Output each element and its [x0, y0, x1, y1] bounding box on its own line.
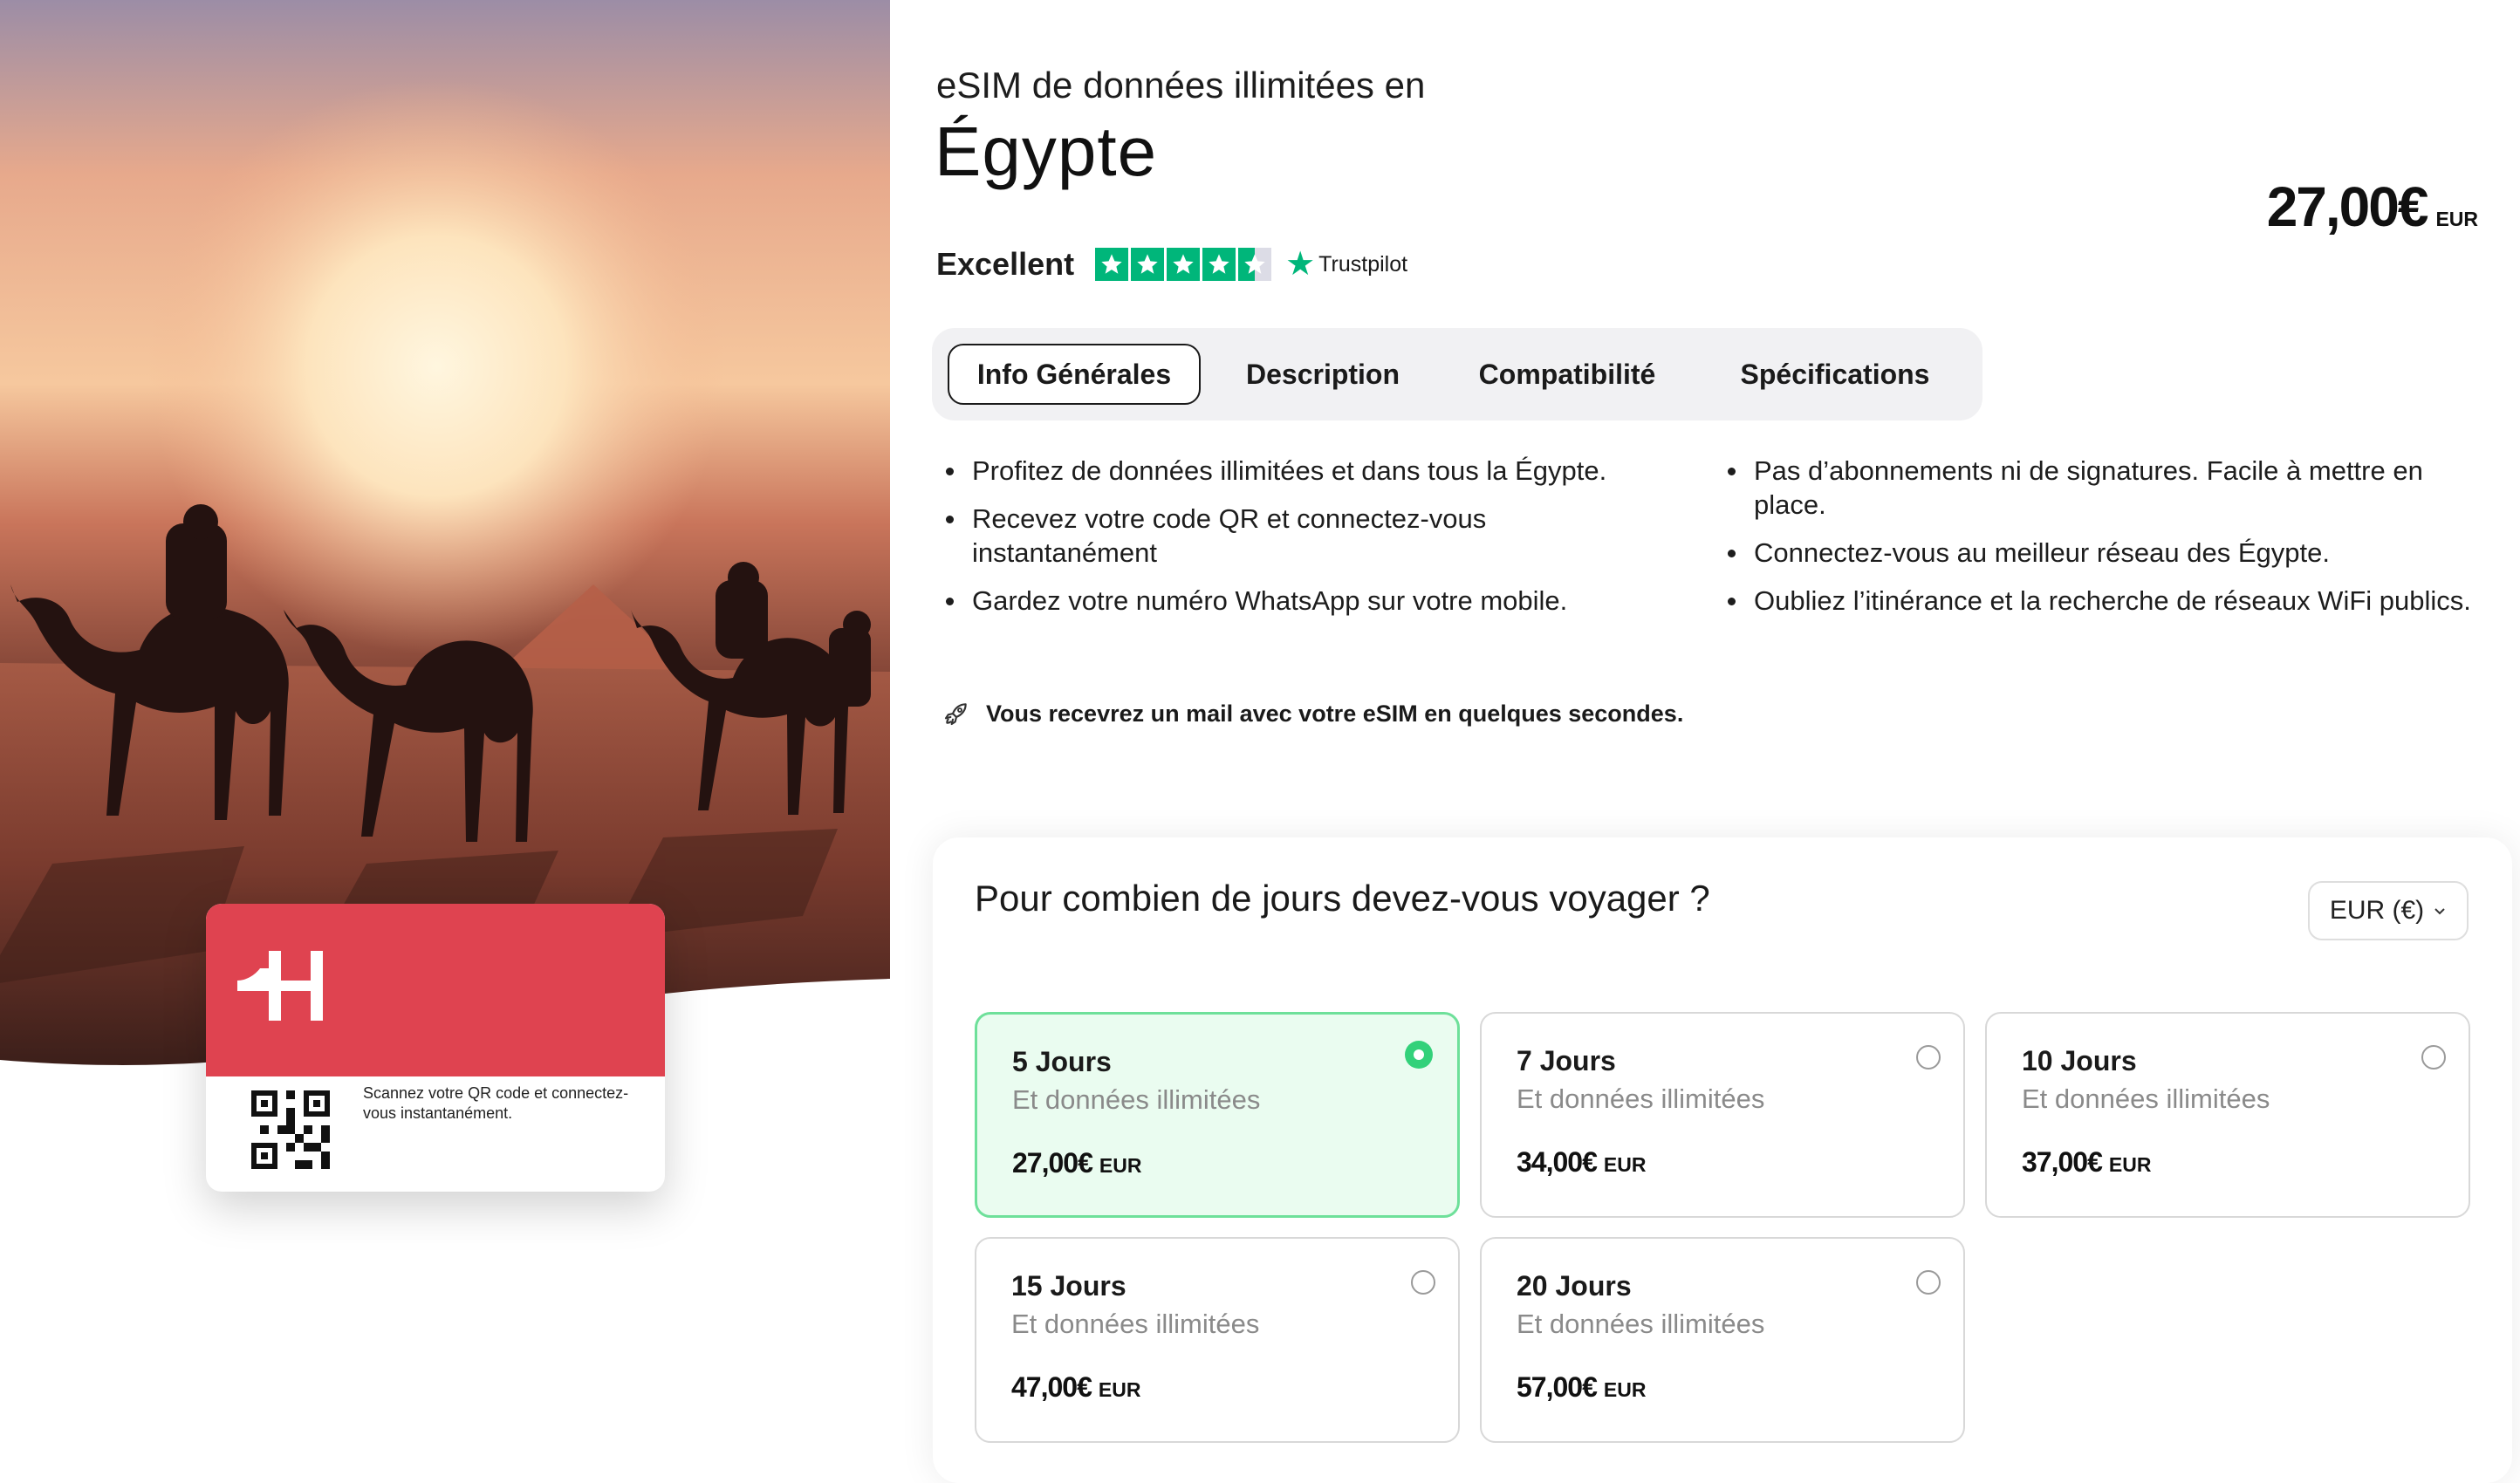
feature-item: Connectez-vous au meilleur réseau des Ég…: [1722, 536, 2473, 570]
plan-price-amount: 34,00€: [1517, 1146, 1598, 1178]
tab-compatibilite[interactable]: Compatibilité: [1447, 344, 1688, 405]
mail-note-text: Vous recevrez un mail avec votre eSIM en…: [986, 700, 1684, 727]
holafly-logo-icon: [237, 951, 323, 1021]
trustpilot-star-icon: ★: [1285, 246, 1316, 283]
features-list-left: Profitez de données illimitées et dans t…: [941, 454, 1656, 632]
plan-option-15-days[interactable]: 15 Jours Et données illimitées 47,00€ EUR: [975, 1237, 1460, 1443]
plan-option-5-days[interactable]: 5 Jours Et données illimitées 27,00€ EUR: [975, 1012, 1460, 1218]
plan-price-currency: EUR: [2108, 1153, 2152, 1176]
plan-title: 15 Jours: [1011, 1270, 1126, 1302]
plan-subtitle: Et données illimitées: [1517, 1083, 1765, 1114]
features-list-right: Pas d’abonnements ni de signatures. Faci…: [1722, 454, 2473, 632]
chevron-down-icon: [2434, 908, 2445, 915]
trustpilot-logo: ★ Trustpilot: [1285, 248, 1407, 281]
plan-price-amount: 57,00€: [1517, 1371, 1598, 1403]
product-country-title: Égypte: [935, 113, 1158, 190]
plan-price-amount: 27,00€: [1012, 1147, 1093, 1179]
plan-option-7-days[interactable]: 7 Jours Et données illimitées 34,00€ EUR: [1480, 1012, 1965, 1218]
star-icon: [1202, 248, 1236, 281]
trustpilot-rating[interactable]: Excellent ★ Trustpilot: [936, 246, 1407, 283]
plan-radio[interactable]: [1916, 1270, 1941, 1295]
product-price: 27,00€ EUR: [2267, 174, 2478, 239]
feature-item: Recevez votre code QR et connectez-vous …: [941, 502, 1656, 570]
product-subtitle: eSIM de données illimitées en: [936, 65, 1426, 106]
tab-specifications[interactable]: Spécifications: [1709, 344, 1962, 405]
trustpilot-name: Trustpilot: [1318, 251, 1408, 277]
plan-price: 57,00€ EUR: [1517, 1371, 1646, 1404]
product-tabs: Info Générales Description Compatibilité…: [932, 328, 1982, 420]
plan-price: 34,00€ EUR: [1517, 1146, 1646, 1179]
plan-radio-selected[interactable]: [1405, 1041, 1433, 1069]
plan-price-amount: 37,00€: [2022, 1146, 2103, 1178]
plan-radio[interactable]: [1916, 1045, 1941, 1070]
rocket-icon: [944, 703, 967, 726]
plan-option-10-days[interactable]: 10 Jours Et données illimitées 37,00€ EUR: [1985, 1012, 2470, 1218]
feature-item: Profitez de données illimitées et dans t…: [941, 454, 1656, 488]
currency-select-value: EUR (€): [2329, 896, 2425, 925]
plan-option-20-days[interactable]: 20 Jours Et données illimitées 57,00€ EUR: [1480, 1237, 1965, 1443]
plan-subtitle: Et données illimitées: [1012, 1084, 1261, 1115]
rating-label: Excellent: [936, 246, 1075, 282]
desert-camels-illustration: [0, 0, 890, 1459]
days-question: Pour combien de jours devez-vous voyager…: [975, 878, 1710, 919]
plan-price-amount: 47,00€: [1011, 1371, 1092, 1403]
plan-title: 5 Jours: [1012, 1046, 1112, 1077]
plan-title: 20 Jours: [1517, 1270, 1632, 1302]
plan-title: 7 Jours: [1517, 1045, 1616, 1076]
tab-description[interactable]: Description: [1220, 344, 1426, 405]
plan-price: 47,00€ EUR: [1011, 1371, 1140, 1404]
esim-card-text: Scannez votre QR code et connectez-vous …: [363, 1084, 629, 1122]
product-price-currency: EUR: [2435, 208, 2478, 230]
feature-item: Gardez votre numéro WhatsApp sur votre m…: [941, 584, 1656, 618]
tab-info-generales[interactable]: Info Générales: [948, 344, 1201, 405]
qr-code-icon: [251, 1090, 330, 1169]
star-icon: [1095, 248, 1129, 281]
feature-item: Oubliez l’itinérance et la recherche de …: [1722, 584, 2473, 618]
star-icon: [1167, 248, 1201, 281]
product-price-amount: 27,00€: [2266, 175, 2429, 238]
plan-price-currency: EUR: [1603, 1153, 1647, 1176]
plan-subtitle: Et données illimitées: [1011, 1309, 1260, 1339]
rating-stars: [1095, 248, 1272, 281]
plan-price-currency: EUR: [1099, 1154, 1142, 1177]
plan-price-currency: EUR: [1603, 1378, 1647, 1401]
plan-price-currency: EUR: [1098, 1378, 1141, 1401]
plan-subtitle: Et données illimitées: [1517, 1309, 1765, 1339]
days-selection-card: Pour combien de jours devez-vous voyager…: [933, 837, 2512, 1483]
star-icon: [1131, 248, 1165, 281]
half-star-icon: [1238, 248, 1272, 281]
plan-radio[interactable]: [2421, 1045, 2446, 1070]
plan-subtitle: Et données illimitées: [2022, 1083, 2270, 1114]
plan-radio[interactable]: [1411, 1270, 1435, 1295]
esim-card-header: [206, 904, 665, 1076]
hero-image: Scannez votre QR code et connectez-vous …: [0, 0, 890, 1459]
esim-card: Scannez votre QR code et connectez-vous …: [206, 904, 665, 1192]
mail-delivery-note: Vous recevrez un mail avec votre eSIM en…: [942, 700, 1683, 728]
plan-price: 27,00€ EUR: [1012, 1147, 1141, 1179]
plan-price: 37,00€ EUR: [2022, 1146, 2151, 1179]
currency-select[interactable]: EUR (€): [2308, 881, 2469, 940]
feature-item: Pas d’abonnements ni de signatures. Faci…: [1722, 454, 2473, 522]
plan-title: 10 Jours: [2022, 1045, 2137, 1076]
